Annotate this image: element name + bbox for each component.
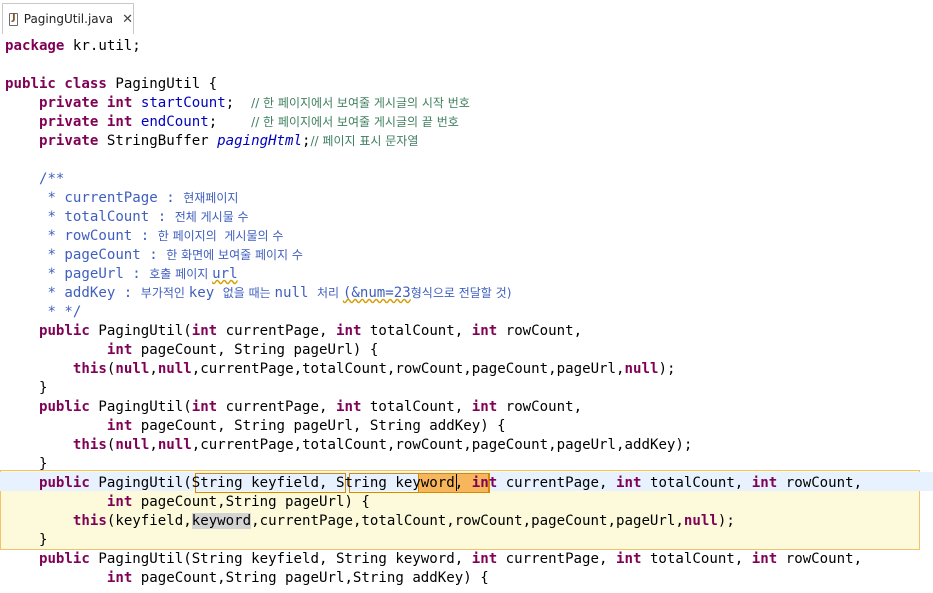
code-line-5: private int endCount; // 한 페이지에서 보여줄 게시글… — [38, 114, 459, 130]
code-line-3: public class PagingUtil { — [5, 76, 218, 92]
code-line-11: * rowCount : 한 페이지의 게시물의 수 — [38, 228, 284, 244]
editor-tab-bar: PagingUtil.java ✕ — [0, 0, 933, 34]
code-line-15: * */ — [38, 304, 82, 320]
code-line-8: /** — [38, 171, 65, 187]
code-line-6: private StringBuffer pagingHtml;// 페이지 표… — [38, 133, 419, 149]
code-line-24-current: public PagingUtil(String keyfield, Strin… — [38, 475, 863, 491]
code-line-20: public PagingUtil(int currentPage, int t… — [38, 399, 583, 415]
code-line-19: } — [38, 380, 48, 396]
code-line-21: int pageCount, String pageUrl, String ad… — [106, 418, 506, 434]
code-line-4: private int startCount; // 한 페이지에서 보여줄 게… — [38, 95, 470, 111]
code-line-27: } — [38, 532, 48, 548]
code-line-16: public PagingUtil(int currentPage, int t… — [38, 323, 583, 339]
code-line-1: package kr.util; — [5, 38, 141, 54]
code-line-12: * pageCount : 한 화면에 보여줄 페이지 수 — [38, 247, 303, 263]
code-line-13: * pageUrl : 호출 페이지 url — [38, 266, 238, 282]
code-editor[interactable]: package kr.util; public class PagingUtil… — [0, 35, 933, 593]
code-line-29: int pageCount,String pageUrl,String addK… — [106, 570, 489, 586]
tab-label: PagingUtil.java — [23, 12, 114, 26]
code-line-26: this(keyfield,keyword,currentPage,totalC… — [72, 513, 735, 529]
code-line-22: this(null,null,currentPage,totalCount,ro… — [72, 437, 693, 453]
code-line-25: int pageCount,String pageUrl) { — [106, 494, 370, 510]
code-line-28: public PagingUtil(String keyfield, Strin… — [38, 551, 863, 567]
code-line-17: int pageCount, String pageUrl) { — [106, 342, 379, 358]
close-icon[interactable]: ✕ — [122, 12, 133, 27]
code-line-10: * totalCount : 전체 게시물 수 — [38, 209, 249, 225]
code-line-18: this(null,null,currentPage,totalCount,ro… — [72, 361, 676, 377]
text-caret — [456, 474, 457, 491]
code-line-14: * addKey : 부가적인 key 없을 때는 null 처리 (&num=… — [38, 285, 512, 301]
code-line-23: } — [38, 456, 48, 472]
tab-pagingutil-java[interactable]: PagingUtil.java ✕ — [2, 3, 134, 34]
occurrence-highlight-keyword: keyword — [191, 513, 252, 529]
code-line-9: * currentPage : 현재페이지 — [38, 190, 239, 206]
java-file-icon — [9, 12, 18, 26]
